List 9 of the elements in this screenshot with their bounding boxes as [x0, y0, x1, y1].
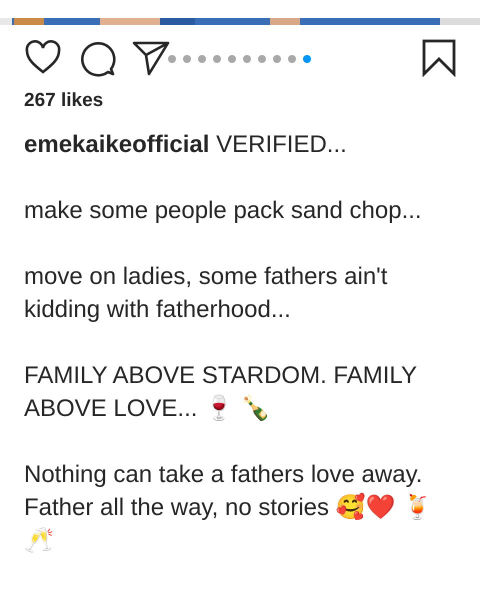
- caption-text: move on ladies, some fathers ain't kidding with fatherhood...: [24, 262, 388, 325]
- caption-text: Nothing can take a fathers love away. Father all the way, no stories 🥰❤ 🍹 🥂: [24, 460, 434, 556]
- caption-text: FAMILY ABOVE STARDOM. FAMILY ABOVE LOVE... 🍷 🍾: [24, 361, 418, 424]
- caption-text: emekaikeofficial VERIFIED...: [24, 130, 348, 160]
- comment-icon[interactable]: [78, 39, 116, 77]
- bookmark-icon[interactable]: [420, 39, 458, 77]
- send-icon[interactable]: [132, 39, 170, 77]
- like-count[interactable]: 267 likes: [24, 91, 480, 110]
- caption-text: make some people pack sand chop...: [24, 196, 423, 226]
